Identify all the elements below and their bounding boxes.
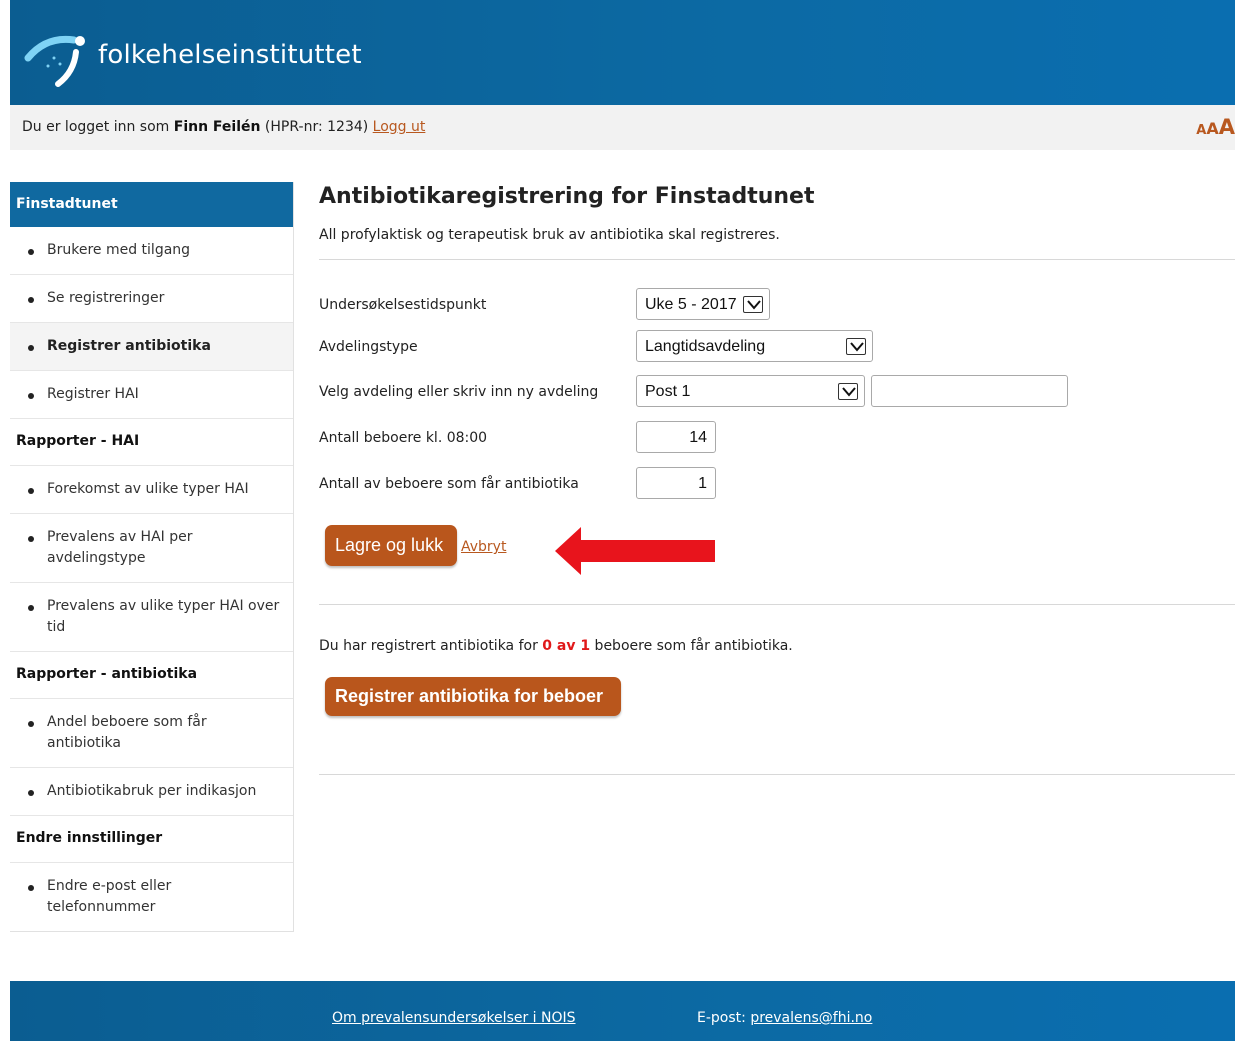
logo-icon	[24, 35, 85, 87]
chevron-down-icon	[838, 383, 858, 400]
bullet-icon	[28, 345, 34, 351]
login-prefix: Du er logget inn som	[22, 119, 174, 135]
login-status: Du er logget inn som Finn Feilén (HPR-nr…	[22, 119, 425, 135]
sidebar-item-brukere[interactable]: Brukere med tilgang	[10, 227, 293, 275]
hpr-number: (HPR-nr: 1234)	[260, 119, 373, 135]
sidebar-section-rapporter-hai: Rapporter - HAI	[10, 419, 293, 466]
type-label: Avdelingstype	[319, 339, 418, 355]
time-value: Uke 5 - 2017	[645, 296, 737, 313]
about-nois-link[interactable]: Om prevalensundersøkelser i NOIS	[332, 1010, 576, 1026]
status-suffix: beboere som får antibiotika.	[590, 638, 793, 654]
antibiotics-count-label: Antall av beboere som får antibiotika	[319, 476, 579, 492]
logout-link[interactable]: Logg ut	[373, 119, 426, 135]
department-type-select[interactable]: Langtidsavdeling	[636, 330, 873, 362]
page-title: Antibiotikaregistrering for Finstadtunet	[319, 184, 815, 209]
time-select[interactable]: Uke 5 - 2017	[636, 288, 770, 320]
sidebar-item-andel-beboere[interactable]: Andel beboere som får antibiotika	[10, 699, 293, 768]
sidebar-item-prevalens-avdelingstype[interactable]: Prevalens av HAI per avdelingstype	[10, 514, 293, 583]
email-link[interactable]: prevalens@fhi.no	[750, 1010, 872, 1026]
user-name: Finn Feilén	[173, 119, 261, 135]
form-row-residents: Antall beboere kl. 08:00 14	[319, 421, 1235, 455]
sidebar-item-forekomst-hai[interactable]: Forekomst av ulike typer HAI	[10, 466, 293, 514]
sidebar-item-registrer-hai[interactable]: Registrer HAI	[10, 371, 293, 419]
form-row-department: Velg avdeling eller skriv inn ny avdelin…	[319, 375, 1235, 409]
sidebar-item-label: Prevalens av HAI per avdelingstype	[47, 529, 193, 566]
new-department-input[interactable]	[871, 375, 1068, 407]
sidebar-item-label: Andel beboere som får antibiotika	[47, 714, 207, 751]
sidebar-item-label: Se registreringer	[47, 290, 165, 306]
registration-status: Du har registrert antibiotika for 0 av 1…	[319, 638, 793, 654]
divider	[319, 774, 1235, 775]
sidebar-item-se-registreringer[interactable]: Se registreringer	[10, 275, 293, 323]
footer-email: E-post: prevalens@fhi.no	[697, 1010, 872, 1026]
sidebar-item-label: Registrer HAI	[47, 386, 139, 402]
font-size-large[interactable]: A	[1219, 115, 1235, 139]
time-label: Undersøkelsestidspunkt	[319, 297, 487, 313]
department-value: Post 1	[645, 383, 691, 400]
form-row-antibiotics: Antall av beboere som får antibiotika 1	[319, 467, 1235, 501]
form-row-type: Avdelingstype Langtidsavdeling	[319, 330, 1235, 364]
type-value: Langtidsavdeling	[645, 338, 766, 355]
status-count: 0 av 1	[542, 638, 591, 654]
font-size-control: AAA	[1196, 115, 1235, 139]
bullet-icon	[28, 790, 34, 796]
department-select[interactable]: Post 1	[636, 375, 865, 407]
status-prefix: Du har registrert antibiotika for	[319, 638, 543, 654]
page-subtitle: All profylaktisk og terapeutisk bruk av …	[319, 227, 780, 243]
divider	[319, 604, 1235, 605]
email-label: E-post:	[697, 1010, 751, 1026]
chevron-down-icon	[743, 296, 763, 313]
antibiotics-count-input[interactable]: 1	[636, 467, 716, 499]
sidebar-item-label: Endre e-post eller telefonnummer	[47, 878, 172, 915]
bullet-icon	[28, 605, 34, 611]
sidebar-section-endre-innstillinger: Endre innstillinger	[10, 816, 293, 863]
bullet-icon	[28, 249, 34, 255]
bullet-icon	[28, 297, 34, 303]
sidebar-item-endre-epost[interactable]: Endre e-post eller telefonnummer	[10, 863, 293, 931]
sidebar-section-rapporter-antibiotika: Rapporter - antibiotika	[10, 652, 293, 699]
bullet-icon	[28, 885, 34, 891]
logo-text: folkehelseinstituttet	[98, 40, 362, 70]
residents-label: Antall beboere kl. 08:00	[319, 430, 488, 446]
sidebar-nav: Finstadtunet Brukere med tilgang Se regi…	[10, 182, 294, 932]
register-antibiotics-button[interactable]: Registrer antibiotika for beboer	[325, 677, 621, 716]
cancel-link[interactable]: Avbryt	[461, 539, 506, 555]
chevron-down-icon	[846, 338, 866, 355]
font-size-small[interactable]: A	[1196, 123, 1206, 138]
logo[interactable]: folkehelseinstituttet	[24, 28, 362, 88]
sidebar-item-label: Forekomst av ulike typer HAI	[47, 481, 249, 497]
divider	[319, 259, 1235, 260]
site-header: folkehelseinstituttet	[10, 0, 1235, 105]
sidebar-item-antibiotikabruk-indikasjon[interactable]: Antibiotikabruk per indikasjon	[10, 768, 293, 816]
login-bar: Du er logget inn som Finn Feilén (HPR-nr…	[10, 105, 1235, 150]
main-content: Antibiotikaregistrering for Finstadtunet…	[319, 182, 1235, 775]
sidebar-item-label: Registrer antibiotika	[47, 338, 211, 354]
sidebar-item-registrer-antibiotika[interactable]: Registrer antibiotika	[10, 323, 293, 371]
save-and-close-button[interactable]: Lagre og lukk	[325, 525, 457, 566]
bullet-icon	[28, 488, 34, 494]
department-label: Velg avdeling eller skriv inn ny avdelin…	[319, 384, 599, 400]
bullet-icon	[28, 721, 34, 727]
site-footer: Om prevalensundersøkelser i NOIS E-post:…	[10, 981, 1235, 1041]
sidebar-section-finstadtunet[interactable]: Finstadtunet	[10, 182, 293, 227]
sidebar-item-prevalens-over-tid[interactable]: Prevalens av ulike typer HAI over tid	[10, 583, 293, 652]
red-arrow-icon	[555, 527, 715, 575]
sidebar-item-label: Prevalens av ulike typer HAI over tid	[47, 598, 280, 635]
residents-input[interactable]: 14	[636, 421, 716, 453]
sidebar-item-label: Brukere med tilgang	[47, 242, 191, 258]
font-size-medium[interactable]: A	[1206, 119, 1218, 138]
bullet-icon	[28, 536, 34, 542]
sidebar-item-label: Antibiotikabruk per indikasjon	[47, 783, 257, 799]
form-row-time: Undersøkelsestidspunkt Uke 5 - 2017	[319, 288, 1235, 322]
bullet-icon	[28, 393, 34, 399]
